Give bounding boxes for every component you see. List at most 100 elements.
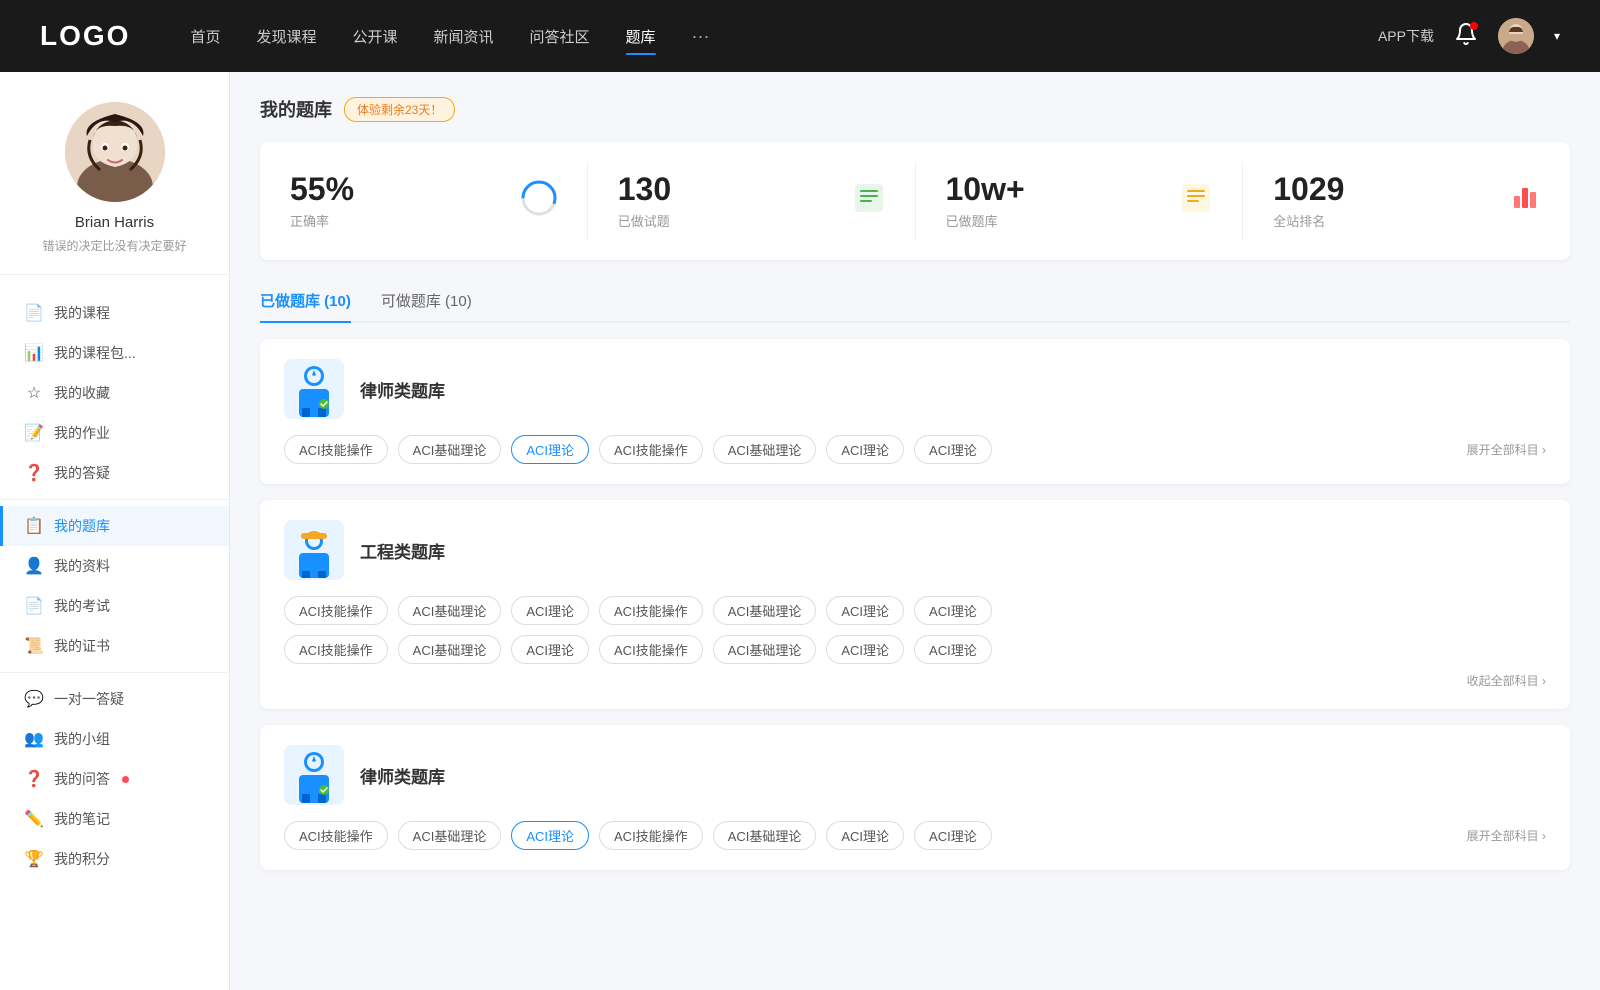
nav-open-course[interactable]: 公开课 <box>352 22 397 51</box>
avatar[interactable] <box>1498 18 1534 54</box>
my-questions-icon: ❓ <box>24 769 44 789</box>
profile-motto: 错误的决定比没有决定要好 <box>42 237 186 254</box>
tag-eng-0[interactable]: ACI技能操作 <box>284 596 388 625</box>
tag-lawyer1-1[interactable]: ACI基础理论 <box>398 435 502 464</box>
tab-available[interactable]: 可做题库 (10) <box>381 280 472 321</box>
sidebar-item-my-questions[interactable]: ❓ 我的问答 <box>0 759 229 799</box>
sidebar: Brian Harris 错误的决定比没有决定要好 📄 我的课程 📊 我的课程包… <box>0 72 230 990</box>
sidebar-item-group[interactable]: 👥 我的小组 <box>0 719 229 759</box>
tag-lawyer2-1[interactable]: ACI基础理论 <box>398 821 502 850</box>
group-icon: 👥 <box>24 729 44 749</box>
navbar: LOGO 首页 发现课程 公开课 新闻资讯 问答社区 题库 ··· APP下载 … <box>0 0 1600 72</box>
tag-lawyer1-0[interactable]: ACI技能操作 <box>284 435 388 464</box>
notification-dot <box>1470 22 1478 30</box>
tag-lawyer2-4[interactable]: ACI基础理论 <box>713 821 817 850</box>
lawyer-icon-2 <box>284 745 344 805</box>
app-download-button[interactable]: APP下载 <box>1378 26 1434 46</box>
tabs-row: 已做题库 (10) 可做题库 (10) <box>260 280 1570 323</box>
tag-lawyer1-3[interactable]: ACI技能操作 <box>599 435 703 464</box>
notification-bell[interactable] <box>1454 22 1478 51</box>
sidebar-label-one-on-one: 一对一答疑 <box>54 689 124 709</box>
page-title: 我的题库 <box>260 96 332 122</box>
sidebar-item-homework[interactable]: 📝 我的作业 <box>0 413 229 453</box>
tag-lawyer2-5[interactable]: ACI理论 <box>826 821 904 850</box>
bank-card-engineer: 工程类题库 ACI技能操作 ACI基础理论 ACI理论 ACI技能操作 ACI基… <box>260 500 1570 709</box>
dropdown-arrow-icon[interactable]: ▾ <box>1554 29 1560 43</box>
sidebar-label-course-pack: 我的课程包... <box>54 343 136 363</box>
tag-lawyer1-4[interactable]: ACI基础理论 <box>713 435 817 464</box>
stat-rank-value: 1029 <box>1273 172 1498 207</box>
expand-link-lawyer-1[interactable]: 展开全部科目 › <box>1457 441 1546 458</box>
tag-eng2-6[interactable]: ACI理论 <box>914 635 992 664</box>
bank-card-lawyer-2: 律师类题库 ACI技能操作 ACI基础理论 ACI理论 ACI技能操作 ACI基… <box>260 725 1570 870</box>
tag-lawyer1-5[interactable]: ACI理论 <box>826 435 904 464</box>
logo[interactable]: LOGO <box>40 20 130 52</box>
sidebar-item-exam[interactable]: 📄 我的考试 <box>0 586 229 626</box>
profile-section: Brian Harris 错误的决定比没有决定要好 <box>0 102 229 275</box>
bank-tags-lawyer-1: ACI技能操作 ACI基础理论 ACI理论 ACI技能操作 ACI基础理论 AC… <box>284 435 1546 464</box>
sidebar-label-points: 我的积分 <box>54 849 110 869</box>
my-info-icon: 👤 <box>24 556 44 576</box>
sidebar-label-exam: 我的考试 <box>54 596 110 616</box>
sidebar-item-course-pack[interactable]: 📊 我的课程包... <box>0 333 229 373</box>
stat-accuracy-label: 正确率 <box>290 211 511 230</box>
sidebar-item-question-bank[interactable]: 📋 我的题库 <box>0 506 229 546</box>
tag-lawyer2-2[interactable]: ACI理论 <box>511 821 589 850</box>
tag-eng2-4[interactable]: ACI基础理论 <box>713 635 817 664</box>
stat-rank-label: 全站排名 <box>1273 211 1498 230</box>
nav-more[interactable]: ··· <box>692 22 710 51</box>
bank-title-lawyer-2: 律师类题库 <box>360 763 445 788</box>
main-content: 我的题库 体验剩余23天！ 55% 正确率 130 <box>230 72 1600 990</box>
sidebar-label-homework: 我的作业 <box>54 423 110 443</box>
nav-qa[interactable]: 问答社区 <box>530 22 590 51</box>
sidebar-item-points[interactable]: 🏆 我的积分 <box>0 839 229 879</box>
nav-home[interactable]: 首页 <box>190 22 220 51</box>
sidebar-menu: 📄 我的课程 📊 我的课程包... ☆ 我的收藏 📝 我的作业 ❓ 我的答疑 � <box>0 285 229 887</box>
stat-questions-icon <box>853 182 885 221</box>
sidebar-item-qa[interactable]: ❓ 我的答疑 <box>0 453 229 493</box>
profile-avatar <box>65 102 165 202</box>
profile-name: Brian Harris <box>75 214 154 231</box>
nav-news[interactable]: 新闻资讯 <box>434 22 494 51</box>
tag-eng2-3[interactable]: ACI技能操作 <box>599 635 703 664</box>
tag-eng-6[interactable]: ACI理论 <box>914 596 992 625</box>
tag-lawyer1-6[interactable]: ACI理论 <box>914 435 992 464</box>
stat-rank-text: 1029 全站排名 <box>1273 172 1498 230</box>
expand-link-lawyer-2[interactable]: 展开全部科目 › <box>1457 827 1546 844</box>
sidebar-label-favorites: 我的收藏 <box>54 383 110 403</box>
sidebar-label-my-course: 我的课程 <box>54 303 110 323</box>
tag-eng-2[interactable]: ACI理论 <box>511 596 589 625</box>
nav-question-bank[interactable]: 题库 <box>626 22 656 51</box>
sidebar-item-one-on-one[interactable]: 💬 一对一答疑 <box>0 679 229 719</box>
sidebar-label-notes: 我的笔记 <box>54 809 110 829</box>
nav-discover[interactable]: 发现课程 <box>256 22 316 51</box>
tag-eng2-1[interactable]: ACI基础理论 <box>398 635 502 664</box>
collapse-link-engineer[interactable]: 收起全部科目 › <box>284 672 1546 689</box>
tag-eng-4[interactable]: ACI基础理论 <box>713 596 817 625</box>
notes-icon: ✏️ <box>24 809 44 829</box>
certificate-icon: 📜 <box>24 636 44 656</box>
tag-lawyer2-0[interactable]: ACI技能操作 <box>284 821 388 850</box>
bank-card-lawyer-2-header: 律师类题库 <box>284 745 1546 805</box>
tag-eng-5[interactable]: ACI理论 <box>826 596 904 625</box>
sidebar-item-notes[interactable]: ✏️ 我的笔记 <box>0 799 229 839</box>
sidebar-item-favorites[interactable]: ☆ 我的收藏 <box>0 373 229 413</box>
tab-done[interactable]: 已做题库 (10) <box>260 280 351 321</box>
lawyer-icon-1 <box>284 359 344 419</box>
tag-eng2-0[interactable]: ACI技能操作 <box>284 635 388 664</box>
stat-rank: 1029 全站排名 <box>1243 162 1570 240</box>
sidebar-item-my-info[interactable]: 👤 我的资料 <box>0 546 229 586</box>
tag-lawyer2-6[interactable]: ACI理论 <box>914 821 992 850</box>
tag-eng2-5[interactable]: ACI理论 <box>826 635 904 664</box>
tag-eng2-2[interactable]: ACI理论 <box>511 635 589 664</box>
sidebar-label-my-questions: 我的问答 <box>54 769 110 789</box>
sidebar-item-my-course[interactable]: 📄 我的课程 <box>0 293 229 333</box>
tag-lawyer2-3[interactable]: ACI技能操作 <box>599 821 703 850</box>
tag-eng-1[interactable]: ACI基础理论 <box>398 596 502 625</box>
tag-lawyer1-2[interactable]: ACI理论 <box>511 435 589 464</box>
qa-icon: ❓ <box>24 463 44 483</box>
sidebar-item-certificate[interactable]: 📜 我的证书 <box>0 626 229 666</box>
tag-eng-3[interactable]: ACI技能操作 <box>599 596 703 625</box>
stat-rank-icon <box>1508 182 1540 221</box>
engineer-icon <box>284 520 344 580</box>
